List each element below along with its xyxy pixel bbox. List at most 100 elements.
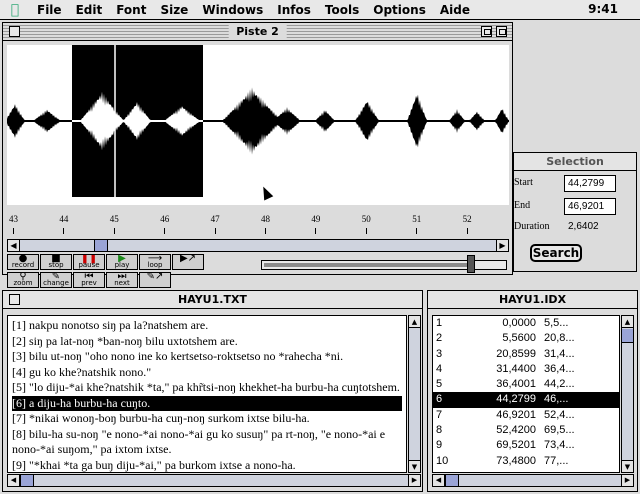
index-number: 3 [436,347,443,360]
ruler-tick-label: 50 [361,214,371,224]
transcript-line[interactable]: [8] bilu-ha su-noŋ "e nono-*ai nono-*ai … [12,427,402,458]
zoom-box-icon[interactable] [481,26,492,37]
index-row[interactable]: 6 44,2799 46,... [433,392,619,408]
loop-button[interactable]: ⟶ loop [139,254,171,270]
idx-hscroll-thumb[interactable] [445,475,459,486]
ruler-tick [113,228,115,234]
index-row[interactable]: 10 73,4800 77,... [433,454,619,469]
menu-aide[interactable]: Aide [433,3,477,17]
start-field[interactable]: 44,2799 [564,175,616,192]
scroll-down-arrow-icon[interactable]: ▼ [409,460,420,472]
index-list[interactable]: 1 0,0000 5,5... 2 5,5600 20,8... 3 20,8599 31,4.… [432,315,620,473]
index-start-time: 69,5201 [496,439,536,452]
transcript-line[interactable]: [7] *nikai wonoŋ-boŋ burbu-ha cuŋ-noŋ su… [12,411,402,427]
txt-title: HAYU1.TXT [170,293,255,306]
close-box-icon[interactable] [9,294,20,305]
apple-menu-icon[interactable]:  [0,2,30,18]
index-start-time: 20,8599 [496,347,536,360]
ruler-tick [13,228,14,234]
index-number: 2 [436,332,443,345]
prev-button[interactable]: ⏮ prev [73,272,105,288]
scroll-left-arrow-icon[interactable]: ◀ [433,475,445,486]
transcript-line[interactable]: [3] bilu ut-noŋ "oho nono ine ko kertset… [12,349,402,365]
scroll-down-arrow-icon[interactable]: ▼ [622,460,633,472]
piste-window: Piste 2 43 44 45 46 47 48 49 50 51 52 ◀ ▶ ● recor… [2,22,513,288]
menu-options[interactable]: Options [366,3,433,17]
menu-tools[interactable]: Tools [318,3,366,17]
scroll-up-arrow-icon[interactable]: ▲ [622,316,633,328]
txt-hscroll[interactable]: ◀ ▶ [7,474,421,487]
ruler-tick [265,228,266,234]
next-button[interactable]: ⏭ next [106,272,138,288]
menu-font[interactable]: Font [109,3,153,17]
stop-button[interactable]: ■ stop [40,254,72,270]
play-to-end-button[interactable]: ▶↗ [172,254,204,270]
end-field[interactable]: 46,9201 [564,198,616,215]
menu-edit[interactable]: Edit [69,3,110,17]
transcript-line[interactable]: [4] gu ko khe?natshik nono." [12,365,402,381]
waveform-hscroll[interactable]: ◀ ▶ [7,239,509,252]
transcript-line[interactable]: [6] a diju-ha burbu-ha cuŋto. [12,395,402,411]
index-number: 4 [436,362,443,375]
idx-vscroll[interactable]: ▲ ▼ [621,315,634,473]
record-button[interactable]: ● record [7,254,39,270]
index-row[interactable]: 8 52,4200 69,5... [433,423,619,438]
menu-file[interactable]: File [30,3,69,17]
ruler-tick [63,228,65,234]
index-row[interactable]: 7 46,9201 52,4... [433,408,619,423]
collapse-box-icon[interactable] [496,26,507,37]
transcript-line[interactable]: [5] "lo diju-*ai khe?natshik *ta," pa kh… [12,380,402,396]
menu-windows[interactable]: Windows [195,3,270,17]
zoom-button[interactable]: ⚲ zoom [7,272,39,288]
end-label: End [514,200,531,211]
index-row[interactable]: 2 5,5600 20,8... [433,331,619,346]
index-end-time: 77,... [544,454,569,467]
play-to-end-icon: ▶↗ [179,254,197,264]
transcript-text-area[interactable]: [1] nakpu nonotso siŋ pa la?natshem are.… [7,315,407,473]
piste-titlebar[interactable]: Piste 2 [3,23,512,41]
scroll-left-arrow-icon[interactable]: ◀ [8,475,20,486]
scroll-right-arrow-icon[interactable]: ▶ [621,475,633,486]
selection-highlight[interactable] [72,45,203,197]
txt-hscroll-thumb[interactable] [20,475,34,486]
transcript-line[interactable]: [2] siŋ pa lat-noŋ *ban-noŋ bilu uxtotsh… [12,334,402,350]
ruler-tick [214,228,216,234]
scroll-right-arrow-icon[interactable]: ▶ [496,240,508,251]
txt-vscroll[interactable]: ▲ ▼ [408,315,421,473]
scroll-left-arrow-icon[interactable]: ◀ [8,240,20,251]
ruler-tick-label: 46 [160,214,170,224]
waveform-display[interactable] [7,45,509,205]
scroll-up-arrow-icon[interactable]: ▲ [409,316,420,328]
idx-vscroll-thumb[interactable] [622,329,633,343]
volume-slider-thumb[interactable] [467,255,475,273]
index-start-time: 36,4001 [496,378,536,391]
idx-titlebar[interactable]: HAYU1.IDX [428,291,637,309]
idx-title: HAYU1.IDX [490,293,575,306]
transcript-line[interactable]: [9] "*khai *ta ga buŋ diju-*ai," pa burk… [12,458,402,473]
pause-button[interactable]: ❚❚ pause [73,254,105,270]
ruler-tick [365,228,367,234]
index-row[interactable]: 4 31,4400 36,4... [433,362,619,377]
index-row[interactable]: 5 36,4001 44,2... [433,377,619,392]
scroll-right-arrow-icon[interactable]: ▶ [408,475,420,486]
index-row[interactable]: 3 20,8599 31,4... [433,347,619,362]
edit-tool-button[interactable]: ✎↗ [139,272,171,288]
play-button[interactable]: ▶ play [106,254,138,270]
selection-titlebar[interactable]: Selection [514,153,636,171]
start-label: Start [514,177,533,188]
transcript-line[interactable]: [1] nakpu nonotso siŋ pa la?natshem are. [12,318,402,334]
index-number: 8 [436,424,443,437]
menu-size[interactable]: Size [153,3,195,17]
index-number: 9 [436,439,443,452]
edit-arrow-icon: ✎↗ [146,272,164,282]
index-start-time: 73,4800 [496,454,536,467]
search-button[interactable]: Search [530,244,582,262]
txt-titlebar[interactable]: HAYU1.TXT [3,291,422,309]
change-button[interactable]: ✎ change [40,272,72,288]
index-row[interactable]: 1 0,0000 5,5... [433,316,619,331]
idx-hscroll[interactable]: ◀ ▶ [432,474,634,487]
menu-infos[interactable]: Infos [270,3,318,17]
close-box-icon[interactable] [9,26,20,37]
waveform-scroll-thumb[interactable] [93,240,108,251]
index-row[interactable]: 9 69,5201 73,4... [433,438,619,453]
